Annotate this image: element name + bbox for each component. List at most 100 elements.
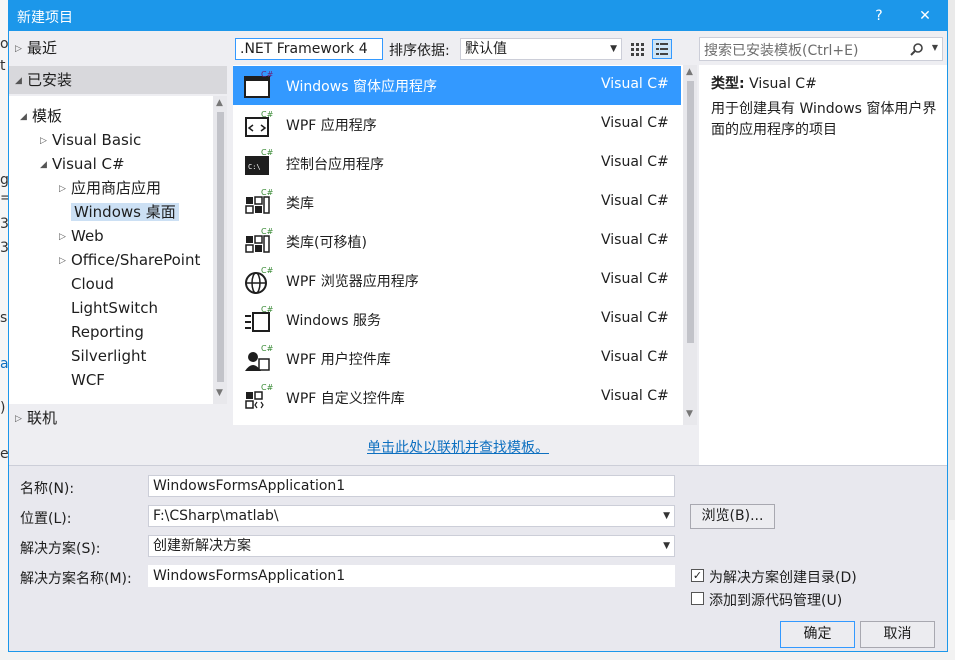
solution-name-input[interactable]: WindowsFormsApplication1 [148,565,675,587]
template-name: WPF 自定义控件库 [286,391,405,407]
collapse-arrow-icon[interactable]: ◢ [15,69,27,93]
scroll-up-icon[interactable]: ▲ [686,67,693,77]
location-label: 位置(L): [20,511,72,527]
solution-value: 创建新解决方案 [153,538,251,554]
template-item-windows-forms[interactable]: C# Windows 窗体应用程序 Visual C# [233,66,681,105]
expand-arrow-icon[interactable]: ▷ [40,129,52,153]
tree-item-visual-csharp[interactable]: ◢ Visual C# [40,152,125,176]
tree-item-office-sharepoint[interactable]: ▷ Office/SharePoint [59,248,200,272]
template-list-scrollbar[interactable]: ▲ ▼ [683,65,697,425]
tree-item-online[interactable]: ▷ 联机 [15,406,57,430]
browse-button[interactable]: 浏览(B)... [690,504,775,529]
help-button[interactable]: ? [859,1,899,31]
template-scroll-thumb[interactable] [687,81,694,343]
tree-item-lightswitch[interactable]: LightSwitch [59,296,158,320]
tree-item-store-apps[interactable]: ▷ 应用商店应用 [59,176,161,200]
template-name: 类库 [286,196,314,212]
template-name: WPF 应用程序 [286,118,377,134]
tree-label: Silverlight [71,347,147,365]
tree-label: 最近 [27,39,58,57]
small-icons-view-button[interactable] [627,39,647,59]
expand-arrow-icon[interactable]: ▷ [15,407,27,431]
svg-text:C#: C# [261,70,273,79]
bg-fragment: t [0,58,6,74]
name-label: 名称(N): [20,481,75,497]
tree-label: Office/SharePoint [71,251,201,269]
scroll-down-icon[interactable]: ▼ [216,388,223,398]
template-item-wpf-custom-control-library[interactable]: C# WPF 自定义控件库 Visual C# [233,378,681,417]
template-item-console-app[interactable]: C:\ C# 控制台应用程序 Visual C# [233,144,681,183]
add-source-control-checkbox[interactable] [691,592,704,605]
template-item-windows-service[interactable]: C# Windows 服务 Visual C# [233,300,681,339]
tree-label: Reporting [71,323,144,341]
expand-arrow-icon[interactable]: ▷ [59,225,71,249]
template-search-input[interactable]: 搜索已安装模板(Ctrl+E) ▼ [699,37,943,61]
template-language: Visual C# [601,232,669,248]
close-button[interactable]: ✕ [905,1,945,31]
tree-item-reporting[interactable]: Reporting [59,320,144,344]
globe-icon: C# [245,266,273,294]
chevron-down-icon[interactable]: ▼ [663,506,670,526]
expand-arrow-icon[interactable]: ▷ [15,37,27,61]
tree-label: WCF [71,371,105,389]
search-icon[interactable] [910,42,924,56]
tree-scrollbar[interactable]: ▲ ▼ [213,96,227,404]
new-project-dialog: 新建项目 ? ✕ ▷ 最近 ◢ 已安装 ◢ 模板 ▷ Visual Basic ◢ Vis… [8,0,948,652]
project-name-input[interactable]: WindowsFormsApplication1 [148,475,675,497]
svg-text:C#: C# [261,227,273,236]
tree-label: LightSwitch [71,299,159,317]
tree-item-wcf[interactable]: WCF [59,368,105,392]
tree-label: Visual Basic [52,131,142,149]
ok-button[interactable]: 确定 [780,621,855,648]
template-language: Visual C# [601,76,669,92]
wpf-application-icon: C# [245,110,273,137]
svg-text:C#: C# [261,188,273,197]
cancel-button[interactable]: 取消 [860,621,935,648]
location-combobox[interactable]: F:\CSharp\matlab\ ▼ [148,505,675,527]
tree-item-cloud[interactable]: Cloud [59,272,114,296]
tree-item-windows-desktop[interactable]: Windows 桌面 [59,200,179,224]
expand-arrow-icon[interactable]: ▷ [59,249,71,273]
tree-item-installed[interactable]: ◢ 已安装 [9,66,227,94]
tree-item-visual-basic[interactable]: ▷ Visual Basic [40,128,141,152]
scroll-up-icon[interactable]: ▲ [216,98,223,108]
template-name: 控制台应用程序 [286,157,384,173]
scroll-down-icon[interactable]: ▼ [686,409,693,419]
chevron-down-icon[interactable]: ▼ [932,43,938,52]
tree-item-silverlight[interactable]: Silverlight [59,344,146,368]
expand-arrow-icon[interactable]: ▷ [59,177,71,201]
chevron-down-icon[interactable]: ▼ [663,536,670,556]
framework-select[interactable]: .NET Framework 4 [235,38,383,60]
collapse-arrow-icon[interactable]: ◢ [40,153,52,177]
solution-select[interactable]: 创建新解决方案 ▼ [148,535,675,557]
add-source-control-label[interactable]: 添加到源代码管理(U) [709,590,842,610]
create-directory-checkbox[interactable]: ✓ [691,569,704,582]
tree-item-templates[interactable]: ◢ 模板 [20,104,62,128]
create-directory-label[interactable]: 为解决方案创建目录(D) [709,567,857,587]
template-language: Visual C# [601,388,669,404]
template-language: Visual C# [601,349,669,365]
collapse-arrow-icon[interactable]: ◢ [20,105,32,129]
title-bar[interactable]: 新建项目 ? ✕ [9,1,947,31]
template-item-class-library[interactable]: C# 类库 Visual C# [233,183,681,222]
template-name: 类库(可移植) [286,235,367,251]
svg-text:C#: C# [261,266,273,275]
list-view-button[interactable] [652,39,672,59]
tree-item-web[interactable]: ▷ Web [59,224,104,248]
template-item-wpf-user-control-library[interactable]: C# WPF 用户控件库 Visual C# [233,339,681,378]
background-right-strip [948,520,955,660]
template-description: 用于创建具有 Windows 窗体用户界面的应用程序的项目 [711,101,937,138]
template-item-portable-class-library[interactable]: C# 类库(可移植) Visual C# [233,222,681,261]
solution-name-label: 解决方案名称(M): [20,571,132,587]
template-item-wpf-browser-app[interactable]: C# WPF 浏览器应用程序 Visual C# [233,261,681,300]
svg-text:C#: C# [261,305,273,314]
tree-label-selected: Windows 桌面 [71,203,179,221]
online-templates-link[interactable]: 单击此处以联机并查找模板。 [367,437,549,457]
template-item-wpf-app[interactable]: C# WPF 应用程序 Visual C# [233,105,681,144]
svg-text:C:\: C:\ [248,163,261,171]
tree-scroll-thumb[interactable] [217,112,224,382]
sort-select[interactable]: 默认值 ▼ [460,38,622,60]
template-name: WPF 用户控件库 [286,352,391,368]
tree-item-recent[interactable]: ▷ 最近 [15,36,57,60]
template-language: Visual C# [601,193,669,209]
